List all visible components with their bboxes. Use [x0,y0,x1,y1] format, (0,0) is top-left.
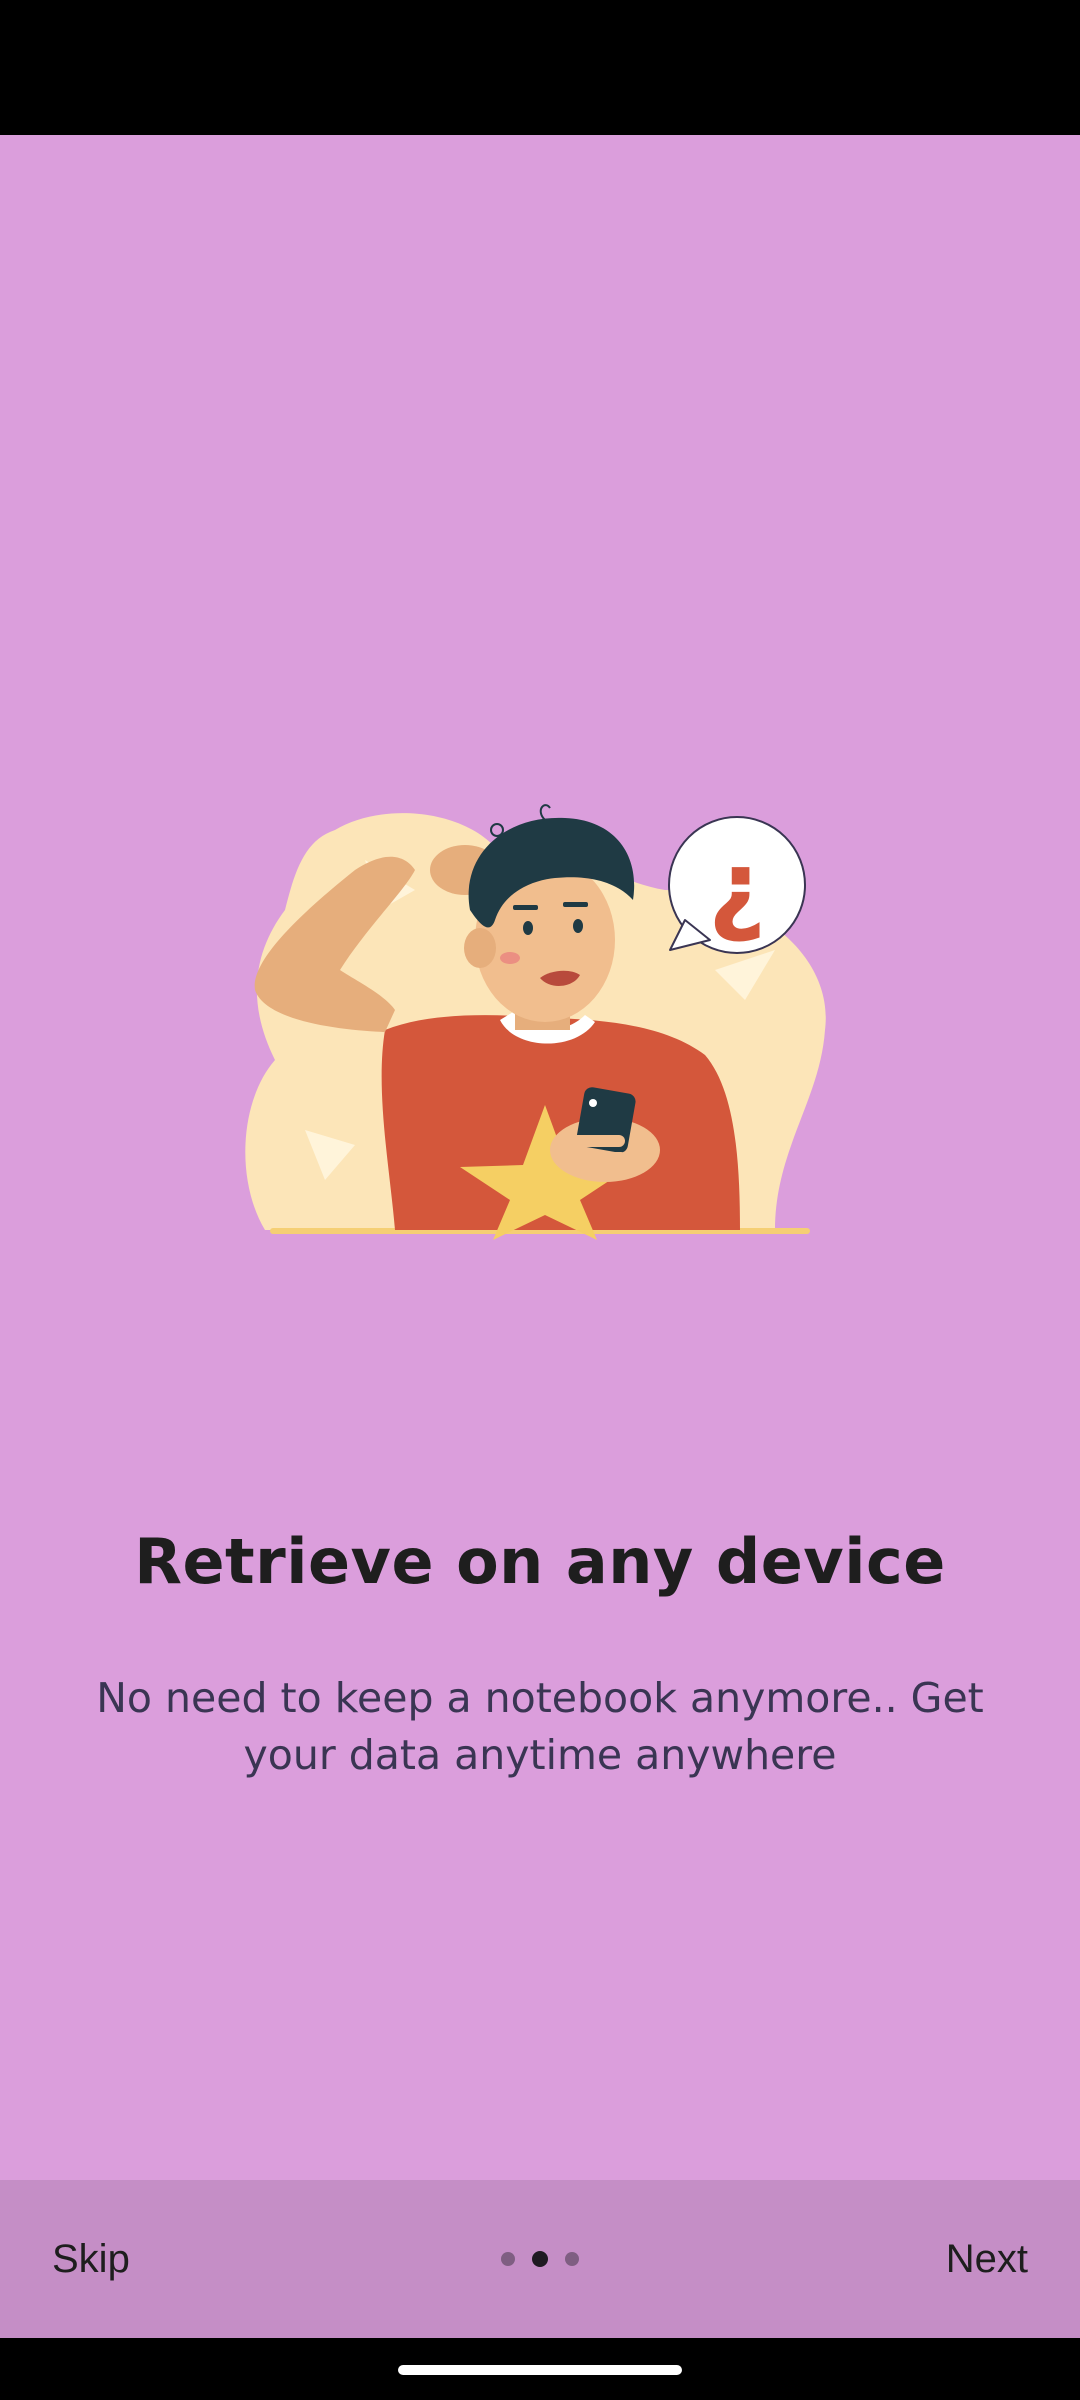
page-indicator [0,2180,1080,2338]
onboarding-illustration: ¿ [245,800,835,1240]
page-dot-3 [565,2252,579,2266]
next-button[interactable]: Next [946,2180,1028,2338]
question-bubble-icon: ¿ [668,816,806,954]
home-gesture-handle[interactable] [398,2365,682,2375]
page-dot-1 [501,2252,515,2266]
system-navigation-bar [0,2338,1080,2400]
status-bar [0,0,1080,135]
bottom-navigation-bar: Skip Next [0,2180,1080,2338]
page-dot-2-active [532,2251,548,2267]
onboarding-title: Retrieve on any device [134,1525,946,1598]
onboarding-description: No need to keep a notebook anymore.. Get… [96,1674,984,1779]
skip-button[interactable]: Skip [52,2180,130,2338]
speech-bubble-glyph: ¿ [708,829,766,946]
confused-man-with-phone-illustration: ¿ [245,804,826,1240]
